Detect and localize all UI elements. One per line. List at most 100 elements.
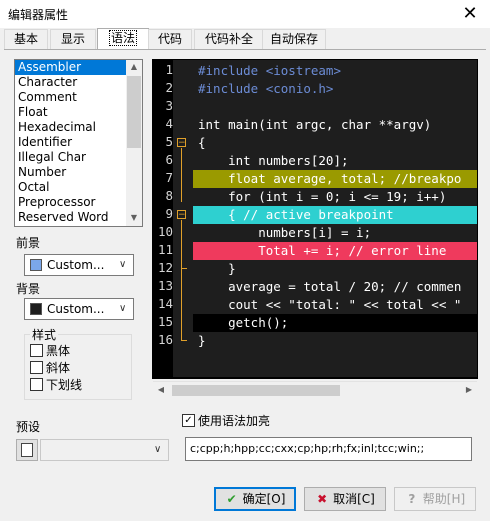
bold-checkbox[interactable] bbox=[30, 344, 43, 357]
tab-code-completion[interactable]: 代码补全 bbox=[194, 29, 264, 50]
help-button[interactable]: ? 帮助[H] bbox=[394, 487, 476, 511]
breakpoint-line: float average, total; //breakpo bbox=[193, 170, 477, 188]
code-line: #include <conio.h> bbox=[198, 81, 334, 96]
line-number: 10 bbox=[157, 224, 173, 239]
background-swatch bbox=[30, 303, 42, 315]
list-item[interactable]: Illegal Char bbox=[15, 150, 142, 165]
fold-line bbox=[181, 268, 182, 340]
list-item[interactable]: Number bbox=[15, 165, 142, 180]
line-number: 15 bbox=[157, 314, 173, 329]
line-number: 14 bbox=[157, 296, 173, 311]
ok-label: 确定[O] bbox=[242, 492, 286, 506]
tab-label: 自动保存 bbox=[269, 32, 318, 46]
list-item[interactable]: Character bbox=[15, 75, 142, 90]
load-preset-button[interactable] bbox=[16, 439, 38, 461]
code-line: cout << "total: " << total << " bbox=[198, 297, 462, 312]
checkmark-icon: ✔ bbox=[226, 492, 237, 506]
list-item[interactable]: Identifier bbox=[15, 135, 142, 150]
background-label: 背景 bbox=[16, 282, 41, 296]
line-number: 12 bbox=[157, 260, 173, 275]
ok-button[interactable]: ✔ 确定[O] bbox=[214, 487, 296, 511]
fold-margin: − − bbox=[173, 60, 193, 377]
extensions-input[interactable]: c;cpp;h;hpp;cc;cxx;cp;hp;rh;fx;inl;tcc;w… bbox=[185, 437, 472, 461]
tab-code[interactable]: 代码 bbox=[148, 29, 192, 50]
tab-label: 代码补全 bbox=[204, 32, 253, 46]
tab-basic[interactable]: 基本 bbox=[4, 29, 48, 50]
list-item[interactable]: Assembler bbox=[15, 60, 142, 75]
tab-label: 基本 bbox=[13, 32, 38, 46]
foreground-color-select[interactable]: Custom... ∨ bbox=[24, 254, 134, 276]
line-number: 6 bbox=[165, 152, 173, 167]
code-line: numbers[i] = i; bbox=[198, 225, 372, 240]
list-scroll-thumb[interactable] bbox=[127, 76, 141, 148]
scroll-up-icon[interactable]: ▲ bbox=[126, 60, 142, 74]
code-line: } bbox=[198, 261, 236, 276]
list-item[interactable]: Preprocessor bbox=[15, 195, 142, 210]
error-line: Total += i; // error line bbox=[193, 242, 477, 260]
code-line: #include <iostream> bbox=[198, 63, 341, 78]
line-number: 3 bbox=[165, 98, 173, 113]
code-area: #include <iostream> #include <conio.h> i… bbox=[193, 60, 477, 377]
title-bar: 编辑器属性 ✕ bbox=[0, 0, 490, 28]
line-number: 5 bbox=[165, 134, 173, 149]
use-syntax-label: 使用语法加亮 bbox=[198, 414, 271, 428]
scroll-down-icon[interactable]: ▼ bbox=[127, 211, 141, 225]
tab-autosave[interactable]: 自动保存 bbox=[262, 29, 326, 50]
foreground-value: Custom... bbox=[47, 258, 105, 272]
list-item[interactable]: Float bbox=[15, 105, 142, 120]
tab-display[interactable]: 显示 bbox=[50, 29, 96, 50]
code-line: int numbers[20]; bbox=[198, 153, 349, 168]
line-number-gutter: 1 2 3 4 5 6 7 8 9 10 11 12 13 14 15 16 bbox=[153, 60, 173, 377]
active-breakpoint-line: { // active breakpoint bbox=[193, 206, 477, 224]
list-item[interactable]: Octal bbox=[15, 180, 142, 195]
chevron-down-icon: ∨ bbox=[119, 303, 127, 314]
help-label: 帮助[H] bbox=[422, 492, 466, 506]
background-color-select[interactable]: Custom... ∨ bbox=[24, 298, 134, 320]
code-line: int main(int argc, char **argv) bbox=[198, 117, 432, 132]
tab-strip: 基本 显示 语法 代码 代码补全 自动保存 bbox=[0, 28, 490, 51]
use-syntax-checkbox[interactable]: ✓ bbox=[182, 414, 195, 427]
code-line: } bbox=[198, 333, 206, 348]
scroll-right-icon[interactable]: ▶ bbox=[463, 384, 475, 396]
line-number: 1 bbox=[165, 62, 173, 77]
window-title: 编辑器属性 bbox=[8, 8, 69, 22]
list-item[interactable]: Reserved Word bbox=[15, 210, 142, 225]
line-number: 9 bbox=[165, 206, 173, 221]
line-number: 4 bbox=[165, 116, 173, 131]
fold-line bbox=[181, 148, 182, 202]
scroll-left-icon[interactable]: ◀ bbox=[155, 384, 167, 396]
line-number: 7 bbox=[165, 170, 173, 185]
code-hscroll-thumb[interactable] bbox=[172, 385, 340, 396]
fold-end bbox=[181, 340, 187, 341]
close-icon[interactable]: ✕ bbox=[456, 2, 484, 26]
italic-checkbox[interactable] bbox=[30, 361, 43, 374]
tab-syntax[interactable]: 语法 bbox=[97, 28, 149, 51]
fold-collapse-icon[interactable]: − bbox=[177, 210, 186, 220]
disk-icon bbox=[21, 443, 33, 457]
preset-select[interactable]: ∨ bbox=[40, 439, 169, 461]
cancel-button[interactable]: ✖ 取消[C] bbox=[304, 487, 386, 511]
code-line: for (int i = 0; i <= 19; i++) bbox=[198, 189, 447, 204]
fold-collapse-icon[interactable]: − bbox=[177, 138, 186, 148]
line-number: 11 bbox=[157, 242, 173, 257]
cross-icon: ✖ bbox=[317, 492, 328, 506]
preset-label: 预设 bbox=[16, 420, 41, 434]
italic-label: 斜体 bbox=[46, 361, 71, 375]
tab-label: 显示 bbox=[60, 32, 85, 46]
bold-label: 黑体 bbox=[46, 344, 71, 358]
chevron-down-icon: ∨ bbox=[119, 259, 127, 270]
line-number: 13 bbox=[157, 278, 173, 293]
background-value: Custom... bbox=[47, 302, 105, 316]
list-item[interactable]: Comment bbox=[15, 90, 142, 105]
foreground-label: 前景 bbox=[16, 236, 41, 250]
fold-line bbox=[181, 220, 182, 268]
tab-label: 语法 bbox=[108, 30, 137, 46]
code-line: average = total / 20; // commen bbox=[198, 279, 462, 294]
list-item[interactable]: Hexadecimal bbox=[15, 120, 142, 135]
underline-checkbox[interactable] bbox=[30, 378, 43, 391]
code-line: { bbox=[198, 135, 206, 150]
syntax-element-list[interactable]: Assembler Character Comment Float Hexade… bbox=[14, 59, 143, 227]
tab-label: 代码 bbox=[157, 32, 182, 46]
cancel-label: 取消[C] bbox=[333, 492, 375, 506]
